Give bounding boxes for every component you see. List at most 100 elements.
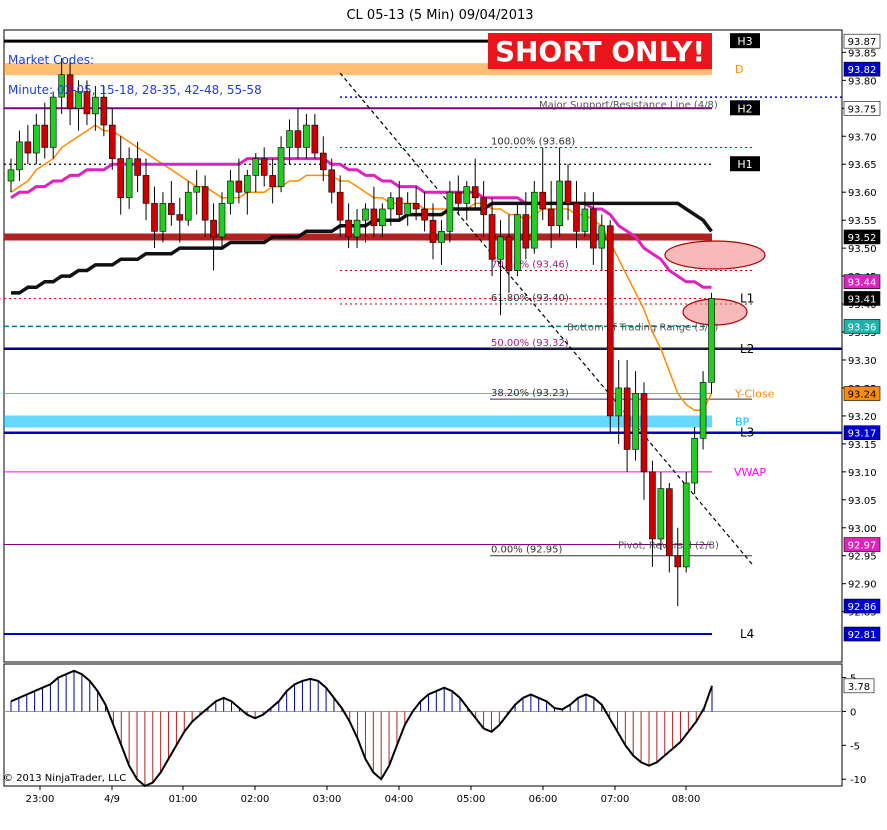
candle-body [252,158,260,176]
fib-label: 0.00% (92.95) [491,545,562,556]
price-tag-label: 93.41 [848,294,877,305]
level-tag-label: H1 [737,158,752,171]
price-axis-label: 93.85 [848,48,877,59]
candle-body [530,191,538,249]
short-only-text: SHORT ONLY! [495,35,705,68]
price-tag-label: 93.75 [848,104,877,115]
candle-body [277,147,285,187]
candle-body [421,208,428,221]
candle-body [379,208,386,227]
level-label: Y-Close [734,388,775,401]
candle-body [201,186,209,221]
highlight-ellipse [664,240,766,270]
chart-window: CL 05-13 (5 Min) 09/04/2013 93.85 93.80 93… [0,0,887,830]
fib-label: 100.00% (93.68) [491,136,575,147]
time-axis-label: 02:00 [241,794,270,805]
time-axis-label: 06:00 [529,794,558,805]
fib-label: 70.50% (93.46) [491,259,569,270]
candle-body [319,152,327,171]
candle-body [598,225,606,249]
fib-label: 38.20% (93.23) [491,388,569,399]
chart-canvas[interactable]: CL 05-13 (5 Min) 09/04/2013 93.8593.8093… [0,0,887,830]
chart-title: CL 05-13 (5 Min) 09/04/2013 [346,8,533,23]
price-axis-label: 93.60 [848,188,877,199]
level-label: L4 [740,627,754,641]
candle-body [691,437,698,484]
price-tag-label: 92.81 [848,630,877,641]
candle-body [49,96,57,148]
candle-body [303,124,310,148]
price-axis-label: 93.55 [848,216,877,227]
candle-body [168,203,175,215]
candle-body [539,191,547,210]
candle-body [151,203,158,232]
oscillator-line [10,669,713,788]
candle-body [640,393,648,473]
market-codes-minutes: Minute: 02-05, 15-18, 28-35, 42-48, 55-5… [8,83,262,97]
candle-body [455,191,462,204]
candle-body [142,175,150,204]
candle-body [480,197,487,215]
candle-body [244,175,251,193]
price-tag-label: 93.44 [848,278,877,289]
candle-body [336,191,344,221]
candle-body [556,180,563,227]
price-panel-frame [3,29,843,663]
level-label: L3 [740,426,754,440]
candle-body [176,214,184,221]
candle-body [505,236,513,271]
copyright-text: © 2013 NinjaTrader, LLC [3,773,126,784]
price-axis-label: 93.30 [848,356,877,367]
candle-body [193,186,200,193]
candle-body [666,488,673,557]
price-tag-label: 92.97 [848,541,877,552]
oscillator-panel: 50-5-103.78 [3,663,875,788]
candle-body [606,225,614,417]
time-axis-label: 07:00 [601,794,630,805]
price-axis-label: 93.65 [848,160,877,171]
candle-body [547,208,555,227]
time-axis-label: 08:00 [672,794,701,805]
price-tag-label: 93.82 [848,65,877,76]
price-axis-label: 93.50 [848,244,877,255]
oscillator-last-value: 3.78 [848,682,870,693]
candle-body [471,186,479,199]
candle-body [269,175,276,187]
highlight-ellipse [682,298,748,326]
candle-body [125,158,133,199]
candle-body [41,124,49,148]
level-label: Bottom of Trading Range (3/8) [567,322,718,333]
candle-body [699,382,707,439]
candle-body [623,387,631,450]
price-tag-label: 93.87 [848,37,877,48]
price-axis-label: 93.00 [848,524,877,535]
candle-body [235,180,243,193]
candle-body [674,555,682,568]
candle-body [649,471,656,540]
candle-body [429,219,437,243]
candle-body [7,169,15,182]
price-axis-label: 93.70 [848,132,877,143]
candle-body [404,203,411,215]
price-tag-label: 93.52 [848,233,877,244]
candle-body [33,124,40,154]
time-axis-label: 03:00 [313,794,342,805]
candle-body [345,219,352,238]
candle-body [108,124,116,159]
candle-body [514,214,521,271]
candle-body [311,124,319,154]
oscillator-axis-label: -10 [850,775,866,786]
price-tag-label: 92.86 [848,602,877,613]
moving-average-line [11,201,713,295]
annotation-label: Major Support/Resistance Line (4/8) [539,100,718,111]
candle-body [632,393,639,450]
candle-body [522,214,530,249]
level-label: VWAP [734,466,766,479]
candle-body [615,387,622,417]
candle-body [463,186,471,204]
candle-body [24,141,32,154]
candle-body [218,203,226,238]
time-axis-label: 4/9 [104,794,120,805]
candle-body [564,180,572,204]
price-axis-label: 93.10 [848,468,877,479]
